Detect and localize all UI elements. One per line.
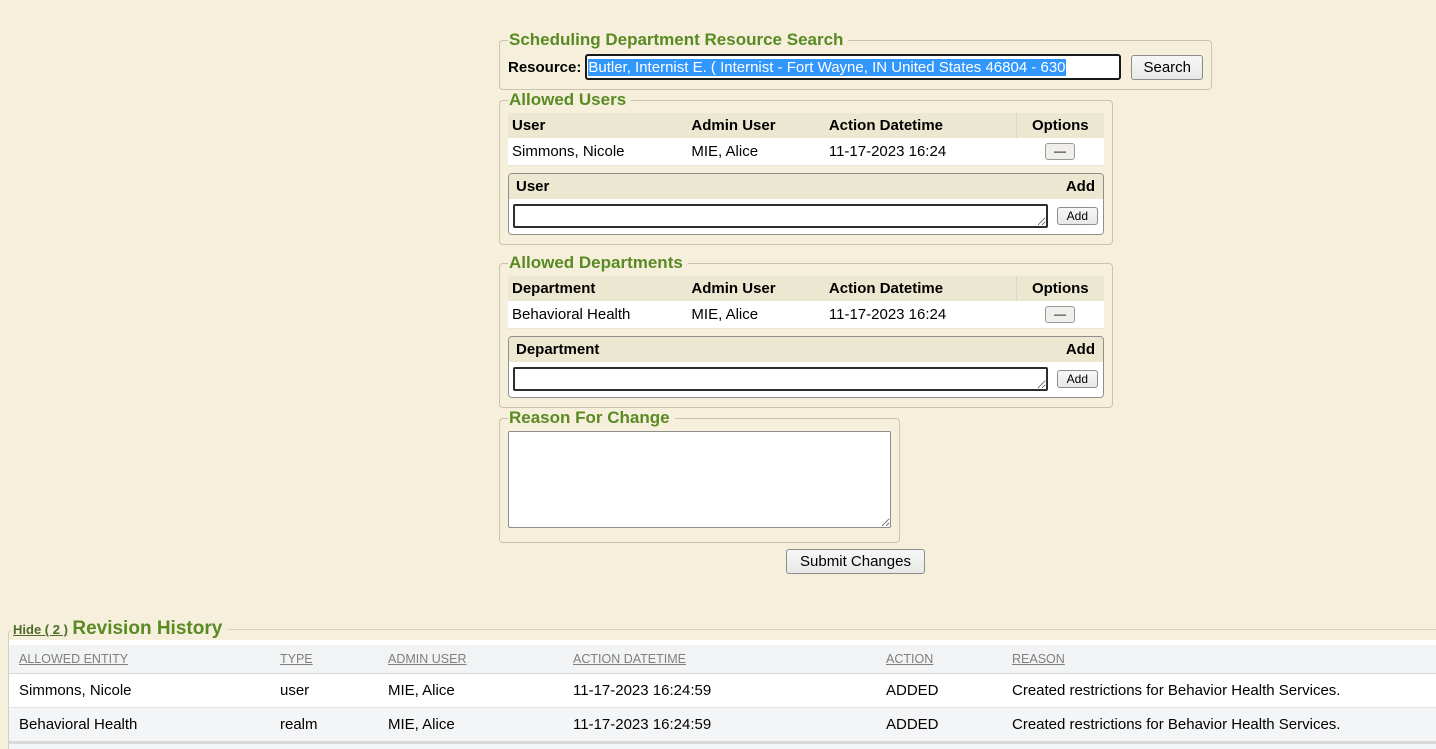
table-row: Behavioral Health realm MIE, Alice 11-17… [9,708,1436,743]
revision-history-header-row: ALLOWED ENTITY TYPE ADMIN USER ACTION DA… [9,645,1436,674]
revision-history-table: ALLOWED ENTITY TYPE ADMIN USER ACTION DA… [9,645,1436,749]
sort-header-type[interactable]: TYPE [276,645,384,674]
revision-entity: Simmons, Nicole [9,674,276,708]
reason-for-change-fieldset: Reason For Change [499,408,900,543]
column-header-admin-user: Admin User [687,113,824,138]
sort-header-type-label: TYPE [280,652,313,666]
search-button[interactable]: Search [1131,55,1203,80]
reason-for-change-input[interactable] [508,431,891,528]
sort-header-reason[interactable]: REASON [1008,645,1436,674]
add-department-add-label: Add [1066,341,1095,358]
revision-history-fieldset: Hide ( 2 ) Revision History ALLOWED ENTI… [8,618,1436,749]
add-user-box: User Add Add [508,173,1104,235]
revision-admin: MIE, Alice [384,674,569,708]
main-form-column: Scheduling Department Resource Search Re… [499,0,1212,574]
allowed-departments-header-row: Department Admin User Action Datetime Op… [508,276,1104,301]
column-header-department: Department [508,276,687,301]
allowed-users-table: User Admin User Action Datetime Options … [508,113,1104,166]
revision-history-body: ALLOWED ENTITY TYPE ADMIN USER ACTION DA… [9,640,1436,749]
add-department-header: Department Add [509,337,1103,362]
add-department-column-label: Department [516,341,599,358]
table-row: Simmons, Nicole user MIE, Alice 11-17-20… [9,674,1436,708]
column-header-admin-user: Admin User [687,276,824,301]
revision-type: user [276,674,384,708]
sort-header-reason-label: REASON [1012,652,1065,666]
remove-user-button[interactable]: — [1045,143,1075,160]
sort-header-admin-user-label: ADMIN USER [388,652,466,666]
reason-for-change-legend: Reason For Change [508,408,675,428]
add-user-column-label: User [516,178,549,195]
sort-header-admin-user[interactable]: ADMIN USER [384,645,569,674]
add-user-input[interactable] [513,204,1048,228]
allowed-users-header-row: User Admin User Action Datetime Options [508,113,1104,138]
add-department-input[interactable] [513,367,1048,391]
revision-history-legend: Hide ( 2 ) Revision History [11,618,228,640]
revision-datetime: 11-17-2023 16:24:59 [569,674,882,708]
add-user-add-label: Add [1066,178,1095,195]
allowed-users-legend: Allowed Users [508,90,631,110]
sort-header-allowed-entity[interactable]: ALLOWED ENTITY [9,645,276,674]
sort-header-action-label: ACTION [886,652,933,666]
resource-search-legend: Scheduling Department Resource Search [508,30,848,50]
add-department-body: Add [509,362,1103,397]
column-header-options: Options [1016,276,1104,301]
allowed-user-datetime: 11-17-2023 16:24 [825,138,1016,166]
add-user-body: Add [509,199,1103,234]
add-department-button[interactable]: Add [1057,370,1098,388]
submit-row: Submit Changes [499,549,1212,574]
resource-search-fieldset: Scheduling Department Resource Search Re… [499,30,1212,90]
resource-input-selected-text: Butler, Internist E. ( Internist - Fort … [588,59,1065,76]
allowed-user-admin: MIE, Alice [687,138,824,166]
pagination-status: DISPLAYING 1-2 / 2 [9,743,1436,749]
sort-header-action-datetime[interactable]: ACTION DATETIME [569,645,882,674]
resource-row: Resource: Butler, Internist E. ( Interni… [508,54,1203,80]
allowed-departments-legend: Allowed Departments [508,253,688,273]
revision-action: ADDED [882,674,1008,708]
allowed-departments-fieldset: Allowed Departments Department Admin Use… [499,253,1113,408]
add-department-box: Department Add Add [508,336,1104,398]
allowed-departments-table: Department Admin User Action Datetime Op… [508,276,1104,329]
revision-reason: Created restrictions for Behavior Health… [1008,674,1436,708]
table-row: Simmons, Nicole MIE, Alice 11-17-2023 16… [508,138,1104,166]
revision-history-title: Revision History [72,618,222,639]
revision-action: ADDED [882,708,1008,743]
remove-department-button[interactable]: — [1045,306,1075,323]
resource-label: Resource: [508,59,581,76]
revision-admin: MIE, Alice [384,708,569,743]
sort-header-allowed-entity-label: ALLOWED ENTITY [19,652,128,666]
add-user-button[interactable]: Add [1057,207,1098,225]
revision-entity: Behavioral Health [9,708,276,743]
pagination-row: DISPLAYING 1-2 / 2 [9,743,1436,749]
revision-type: realm [276,708,384,743]
add-user-header: User Add [509,174,1103,199]
allowed-department-name: Behavioral Health [508,301,687,329]
sort-header-action-datetime-label: ACTION DATETIME [573,652,686,666]
revision-datetime: 11-17-2023 16:24:59 [569,708,882,743]
allowed-department-datetime: 11-17-2023 16:24 [825,301,1016,329]
allowed-users-fieldset: Allowed Users User Admin User Action Dat… [499,90,1113,245]
column-header-action-datetime: Action Datetime [825,113,1016,138]
resource-input[interactable]: Butler, Internist E. ( Internist - Fort … [585,54,1121,80]
column-header-action-datetime: Action Datetime [825,276,1016,301]
sort-header-action[interactable]: ACTION [882,645,1008,674]
column-header-user: User [508,113,687,138]
submit-changes-button[interactable]: Submit Changes [786,549,925,574]
table-row: Behavioral Health MIE, Alice 11-17-2023 … [508,301,1104,329]
allowed-department-admin: MIE, Alice [687,301,824,329]
revision-reason: Created restrictions for Behavior Health… [1008,708,1436,743]
column-header-options: Options [1016,113,1104,138]
hide-link[interactable]: Hide ( 2 ) [13,622,68,637]
allowed-user-name: Simmons, Nicole [508,138,687,166]
